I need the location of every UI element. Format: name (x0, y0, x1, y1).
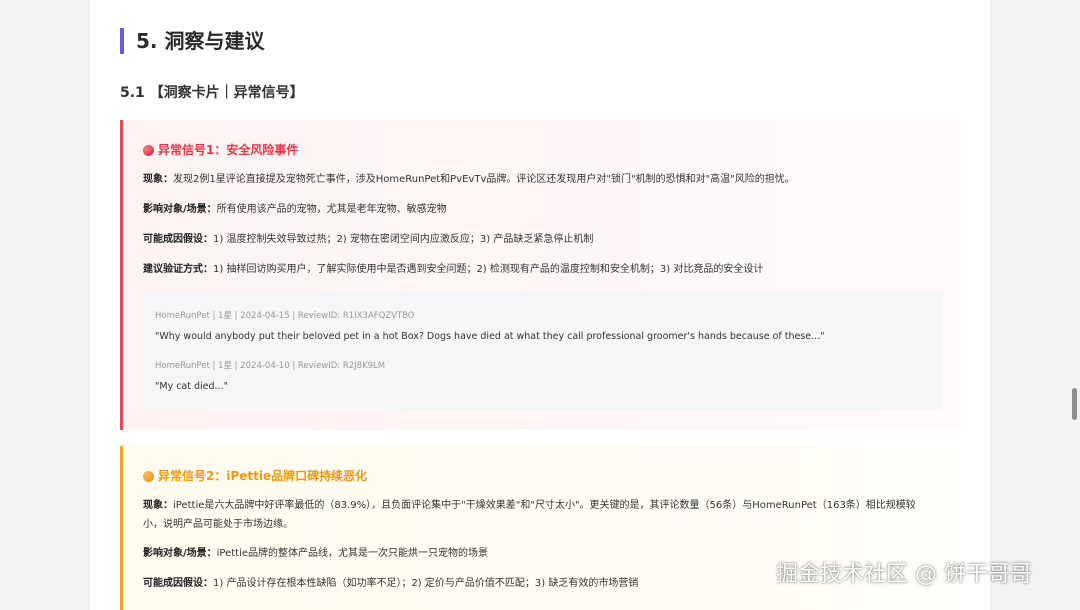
row-label: 现象： (143, 174, 173, 185)
review-meta: HomeRunPet | 1星 | 2024-04-10 | ReviewID:… (155, 361, 386, 371)
card-title: 异常信号2：iPettie品牌口碑持续恶化 (143, 467, 367, 485)
red-circle-icon (143, 144, 154, 156)
review-quote: "My cat died..." (155, 381, 228, 392)
row-text: iPettie是六大品牌中好评率最低的（83.9%），且负面评论集中于"干燥效果… (143, 500, 916, 530)
verification-row: 建议验证方式：1) 抽样回访购买用户，了解实际使用中是否遇到安全问题；2) 检测… (143, 260, 943, 279)
review-quote: "Why would anybody put their beloved pet… (155, 331, 825, 342)
row-label: 影响对象/场景： (143, 204, 217, 215)
card-title-text: 异常信号1：安全风险事件 (158, 143, 299, 157)
row-text: 发现2例1星评论直接提及宠物死亡事件，涉及HomeRunPet和PvEvTv品牌… (173, 174, 795, 185)
cause-row: 可能成因假设：1) 温度控制失效导致过热；2) 宠物在密闭空间内应激反应；3) … (143, 230, 943, 249)
impact-row: 影响对象/场景：所有使用该产品的宠物，尤其是老年宠物、敏感宠物 (143, 200, 943, 219)
row-label: 建议验证方式： (143, 264, 213, 275)
phenomenon-row: 现象：iPettie是六大品牌中好评率最低的（83.9%），且负面评论集中于"干… (143, 496, 933, 534)
review-quotes: HomeRunPet | 1星 | 2024-04-15 | ReviewID:… (143, 292, 943, 410)
row-text: 1) 温度控制失效导致过热；2) 宠物在密闭空间内应激反应；3) 产品缺乏紧急停… (213, 234, 594, 245)
card-title-text: 异常信号2：iPettie品牌口碑持续恶化 (158, 469, 368, 483)
row-label: 可能成因假设： (143, 234, 213, 245)
row-text: iPettie品牌的整体产品线，尤其是一次只能烘一只宠物的场景 (216, 548, 489, 559)
row-text: 所有使用该产品的宠物，尤其是老年宠物、敏感宠物 (216, 204, 447, 215)
report-page: 5. 洞察与建议 5.1 【洞察卡片｜异常信号】 异常信号1：安全风险事件 现象… (90, 0, 990, 610)
section-title: 5. 洞察与建议 (120, 28, 264, 54)
row-text: 1) 产品设计存在根本性缺陷（如功率不足）；2) 定价与产品价值不匹配；3) 缺… (213, 578, 639, 589)
row-label: 影响对象/场景： (143, 548, 217, 559)
row-text: 1) 抽样回访购买用户，了解实际使用中是否遇到安全问题；2) 检测现有产品的温度… (213, 264, 764, 275)
vertical-scrollbar[interactable] (1072, 388, 1077, 420)
row-label: 现象： (143, 500, 173, 511)
watermark: 掘金技术社区 @ 饼干哥哥 (776, 562, 1032, 587)
review-meta: HomeRunPet | 1星 | 2024-04-15 | ReviewID:… (155, 311, 415, 321)
row-label: 可能成因假设： (143, 578, 213, 589)
phenomenon-row: 现象：发现2例1星评论直接提及宠物死亡事件，涉及HomeRunPet和PvEvT… (143, 170, 943, 189)
orange-circle-icon (143, 470, 154, 482)
card-title: 异常信号1：安全风险事件 (143, 141, 298, 159)
subsection-title: 5.1 【洞察卡片｜异常信号】 (120, 85, 304, 101)
insight-card-safety: 异常信号1：安全风险事件 现象：发现2例1星评论直接提及宠物死亡事件，涉及Hom… (120, 120, 961, 430)
